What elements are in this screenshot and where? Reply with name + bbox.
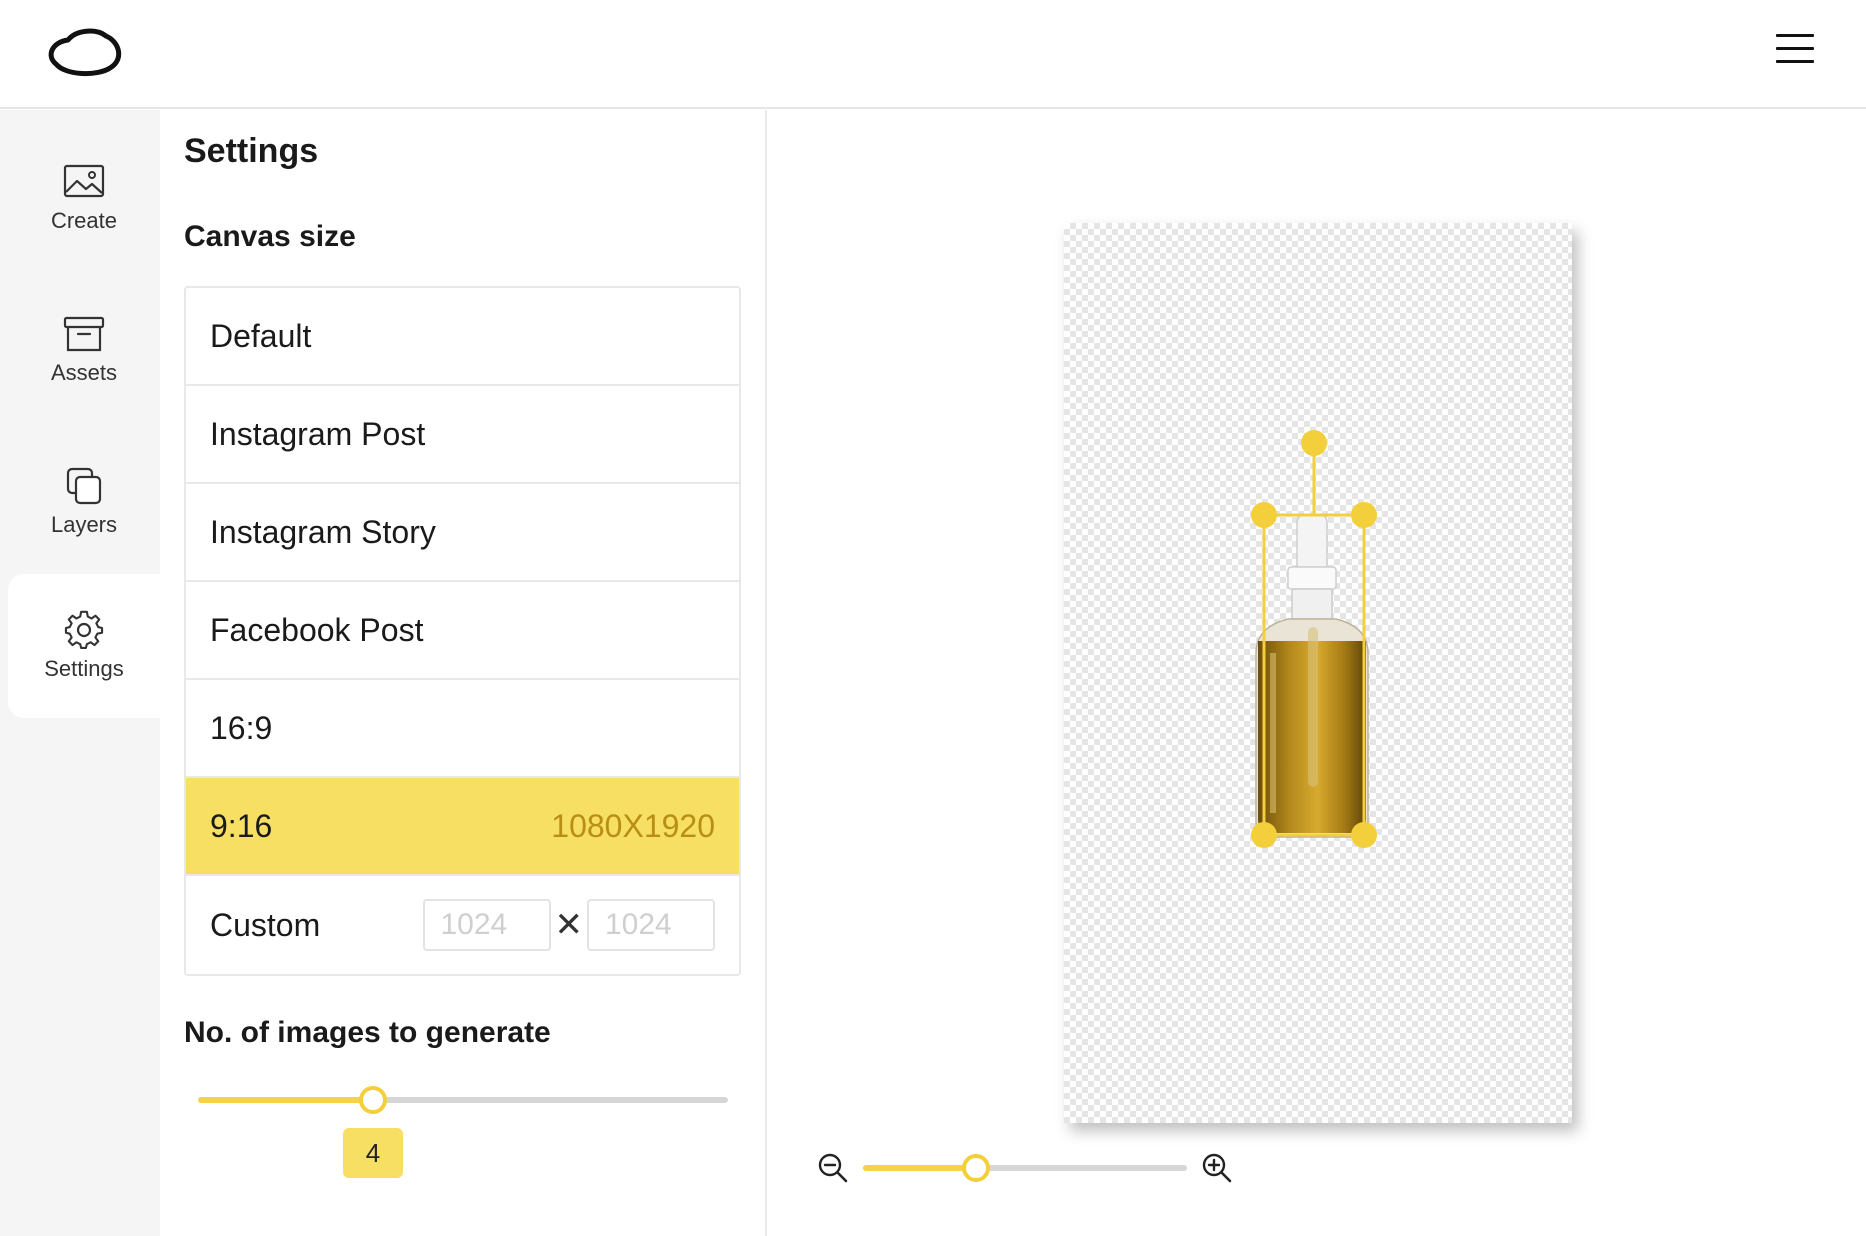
canvas-size-option-custom[interactable]: Custom ✕	[186, 876, 739, 974]
hamburger-icon-bar	[1776, 47, 1814, 50]
canvas-size-option-9-16[interactable]: 9:16 1080X1920	[186, 778, 739, 876]
custom-size-inputs: ✕	[422, 899, 715, 951]
canvas-preview[interactable]	[1064, 223, 1572, 1123]
hamburger-menu-button[interactable]	[1774, 34, 1816, 68]
canvas-size-heading: Canvas size	[184, 220, 356, 253]
slider-fill	[198, 1097, 373, 1103]
hamburger-icon	[1776, 34, 1814, 37]
canvas-size-option-default[interactable]: Default	[186, 288, 739, 386]
sidebar-item-label: Settings	[44, 656, 124, 681]
option-label: Facebook Post	[210, 611, 424, 648]
sidebar-item-settings[interactable]: Settings	[8, 574, 160, 718]
sidebar-item-create[interactable]: Create	[8, 126, 160, 270]
sidebar: Create Assets Layers Settings	[0, 110, 160, 1236]
gear-icon	[64, 610, 104, 649]
option-label: Instagram Post	[210, 415, 426, 452]
option-label: 9:16	[210, 807, 273, 844]
image-icon	[63, 164, 105, 198]
zoom-in-icon[interactable]	[1201, 1152, 1233, 1184]
sidebar-item-label: Create	[50, 208, 118, 233]
archive-box-icon	[63, 316, 105, 352]
settings-panel: Settings Canvas size Default Instagram P…	[160, 110, 767, 1236]
sidebar-item-label: Layers	[50, 512, 118, 537]
option-label: 16:9	[210, 709, 273, 746]
canvas-size-list: Default Instagram Post Instagram Story F…	[184, 286, 741, 976]
option-label: Instagram Story	[210, 513, 436, 550]
custom-height-input[interactable]	[587, 899, 715, 951]
option-label: Custom	[210, 906, 321, 943]
images-count-heading: No. of images to generate	[184, 1016, 551, 1049]
zoom-out-icon[interactable]	[817, 1152, 849, 1184]
times-separator: ✕	[554, 906, 584, 944]
canvas-size-option-facebook-post[interactable]: Facebook Post	[186, 582, 739, 680]
canvas-size-option-16-9[interactable]: 16:9	[186, 680, 739, 778]
sidebar-item-assets[interactable]: Assets	[8, 278, 160, 422]
zoom-slider[interactable]	[863, 1154, 1187, 1182]
sidebar-item-layers[interactable]: Layers	[8, 430, 160, 574]
cloud-logo-icon[interactable]	[44, 24, 124, 80]
layers-icon	[66, 467, 102, 505]
images-count-slider[interactable]	[198, 1086, 728, 1114]
canvas-size-option-instagram-post[interactable]: Instagram Post	[186, 386, 739, 484]
hamburger-icon-bar	[1776, 60, 1814, 63]
custom-width-input[interactable]	[422, 899, 551, 951]
option-label: Default	[210, 317, 312, 354]
sidebar-item-label: Assets	[50, 360, 118, 385]
slider-fill	[863, 1165, 976, 1171]
slider-thumb[interactable]	[359, 1086, 387, 1114]
option-dimensions: 1080X1920	[551, 807, 715, 844]
product-image[interactable]	[1064, 223, 1572, 1123]
top-bar	[0, 0, 1866, 109]
canvas-size-option-instagram-story[interactable]: Instagram Story	[186, 484, 739, 582]
panel-title: Settings	[184, 132, 319, 170]
slider-thumb[interactable]	[962, 1154, 990, 1182]
images-count-value: 4	[343, 1128, 403, 1178]
canvas-area	[769, 110, 1866, 1236]
